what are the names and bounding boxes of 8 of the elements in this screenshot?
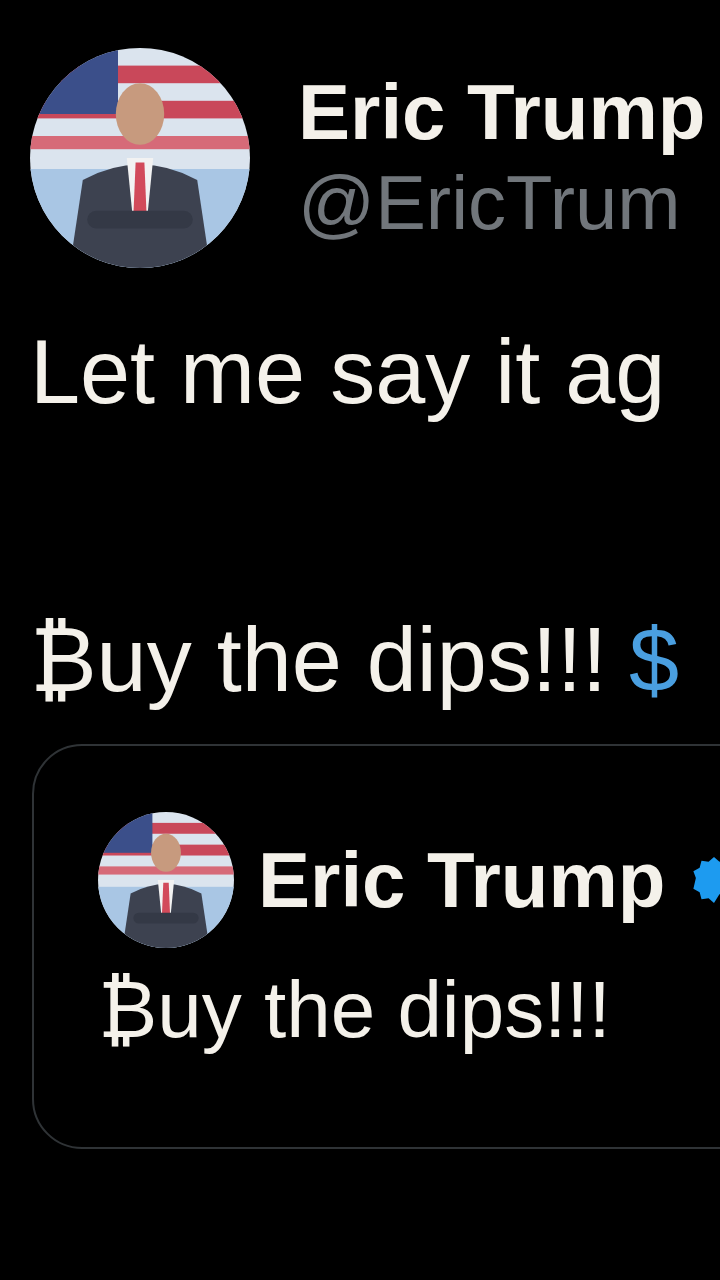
- quoted-tweet-text: ₿uy the dips!!!: [98, 965, 611, 1054]
- cashtag-link[interactable]: $: [628, 606, 679, 714]
- author-name[interactable]: Eric Trump: [298, 67, 706, 158]
- tweet-text: ₿uy the dips!!!: [30, 609, 607, 712]
- author-handle[interactable]: @EricTrum: [298, 157, 706, 249]
- quoted-author-name[interactable]: Eric Trump: [258, 821, 666, 939]
- quoted-tweet-card[interactable]: Eric Trump ₿uy the dips!!!: [32, 744, 720, 1149]
- tweet-text: Let me say it ag: [30, 321, 666, 424]
